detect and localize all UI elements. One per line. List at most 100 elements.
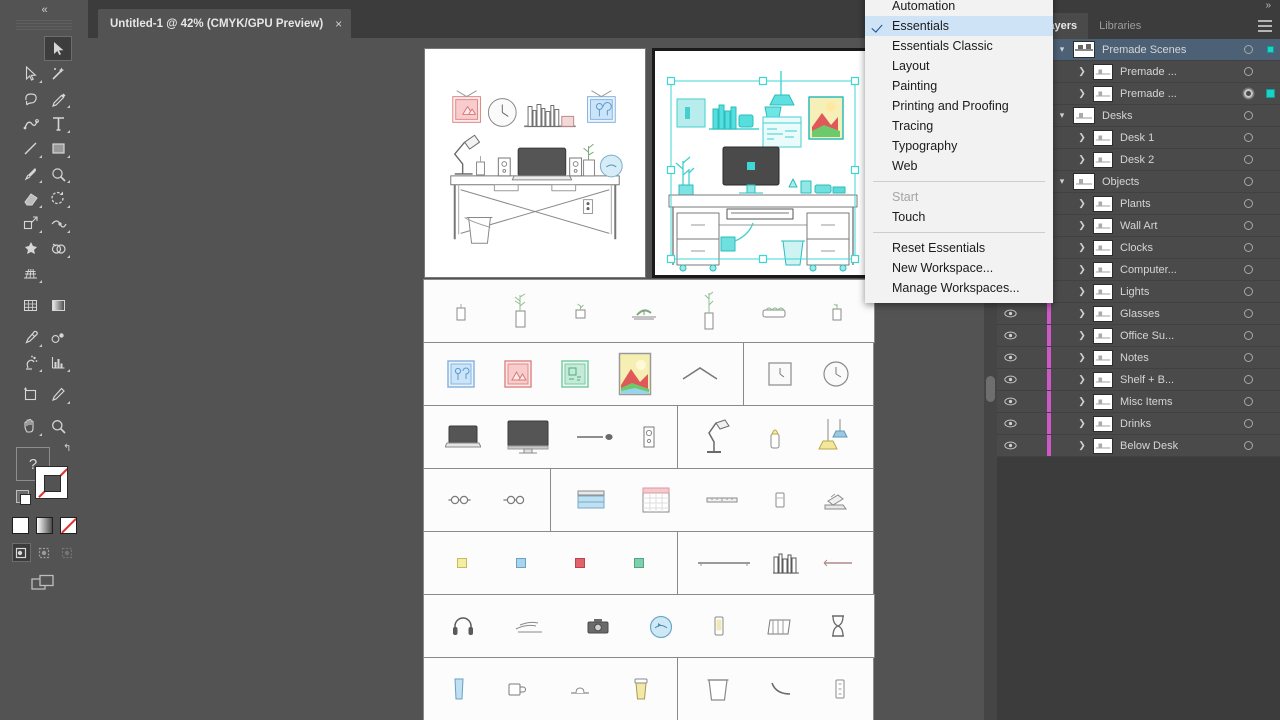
pen-tool[interactable] bbox=[44, 86, 72, 111]
asset-group-cell[interactable] bbox=[423, 594, 875, 658]
asset-hourglass[interactable] bbox=[829, 614, 847, 638]
asset-desk-lamp[interactable] bbox=[703, 419, 733, 455]
workspace-menu-item-new-workspace[interactable]: New Workspace... bbox=[865, 258, 1053, 278]
target-circle-icon[interactable] bbox=[1236, 287, 1260, 296]
asset-file-tray[interactable] bbox=[576, 488, 606, 512]
asset-eraser-block[interactable] bbox=[773, 490, 787, 510]
scale-tool[interactable] bbox=[16, 211, 44, 236]
asset-to-go-cup[interactable] bbox=[633, 677, 649, 701]
free-transform-tool[interactable] bbox=[16, 236, 44, 261]
visibility-toggle-icon[interactable] bbox=[997, 397, 1023, 406]
target-circle-icon[interactable] bbox=[1236, 243, 1260, 252]
asset-group-cell[interactable] bbox=[423, 279, 875, 343]
workspace-menu-item-tracing[interactable]: Tracing bbox=[865, 116, 1053, 136]
asset-group-cell[interactable] bbox=[423, 468, 551, 532]
asset-coffee-mug[interactable] bbox=[507, 680, 527, 698]
asset-saucer-cup[interactable] bbox=[568, 682, 592, 696]
asset-calendar[interactable] bbox=[641, 486, 671, 514]
layer-selection-cell[interactable] bbox=[1260, 89, 1280, 98]
asset-clock-square[interactable] bbox=[767, 361, 793, 387]
toolbar-collapse-button[interactable]: « bbox=[0, 0, 88, 20]
artboard-desk-scene-1[interactable] bbox=[424, 48, 646, 278]
asset-plant-pot-small-2[interactable] bbox=[829, 300, 845, 322]
asset-plant-sprout-tall[interactable] bbox=[700, 291, 718, 331]
chevron-right-icon[interactable]: ❯ bbox=[1051, 220, 1093, 231]
chevron-right-icon[interactable]: ❯ bbox=[1051, 418, 1093, 429]
workspace-menu-item-essentials-classic[interactable]: Essentials Classic bbox=[865, 36, 1053, 56]
target-circle-icon[interactable] bbox=[1236, 331, 1260, 340]
symbol-sprayer-tool[interactable] bbox=[16, 350, 44, 375]
workspace-menu-item-typography[interactable]: Typography bbox=[865, 136, 1053, 156]
workspace-menu-item-manage-workspaces[interactable]: Manage Workspaces... bbox=[865, 278, 1053, 298]
target-circle-icon[interactable] bbox=[1236, 155, 1260, 164]
target-circle-icon[interactable] bbox=[1236, 67, 1260, 76]
asset-fishbowl[interactable] bbox=[648, 614, 674, 638]
slice-tool[interactable] bbox=[44, 382, 72, 407]
draw-normal-button[interactable] bbox=[11, 543, 31, 562]
layer-row[interactable]: ❯ Notes bbox=[997, 347, 1280, 369]
chevron-right-icon[interactable]: ❯ bbox=[1051, 396, 1093, 407]
chevron-right-icon[interactable]: ❯ bbox=[1051, 440, 1093, 451]
asset-plant-cube-pot[interactable] bbox=[572, 302, 588, 320]
asset-group-cell[interactable] bbox=[677, 405, 874, 469]
layer-row[interactable]: ❯ Below Desk bbox=[997, 435, 1280, 457]
default-fill-stroke-icon[interactable] bbox=[16, 490, 31, 505]
asset-pendant-lamp[interactable] bbox=[818, 417, 848, 457]
eraser-tool[interactable] bbox=[16, 186, 44, 211]
asset-bonsai-tray[interactable] bbox=[629, 300, 659, 322]
asset-glasses-open[interactable] bbox=[502, 494, 528, 506]
none-mode-button[interactable] bbox=[59, 517, 77, 534]
asset-phone[interactable] bbox=[712, 615, 726, 637]
asset-group-cell[interactable] bbox=[743, 342, 874, 406]
visibility-toggle-icon[interactable] bbox=[997, 419, 1023, 428]
asset-trash-bin[interactable] bbox=[705, 676, 731, 702]
panel-collapse-button[interactable]: » bbox=[1265, 0, 1270, 11]
magic-wand-tool[interactable] bbox=[44, 61, 72, 86]
target-circle-icon[interactable] bbox=[1236, 221, 1260, 230]
asset-desk-organizer[interactable] bbox=[765, 615, 791, 637]
asset-planter-wide[interactable] bbox=[760, 303, 788, 319]
asset-group-cell[interactable] bbox=[677, 657, 874, 720]
asset-water-glass[interactable] bbox=[452, 677, 466, 701]
asset-group-cell[interactable] bbox=[423, 342, 744, 406]
asset-sticky-note-blue[interactable] bbox=[515, 557, 527, 569]
asset-headphones[interactable] bbox=[451, 615, 475, 637]
chevron-right-icon[interactable]: ❯ bbox=[1051, 330, 1093, 341]
asset-plant-pot-small[interactable] bbox=[453, 300, 469, 322]
asset-group-cell[interactable] bbox=[550, 468, 874, 532]
workspace-menu-item-printing-and-proofing[interactable]: Printing and Proofing bbox=[865, 96, 1053, 116]
asset-camera[interactable] bbox=[586, 617, 610, 635]
workspace-menu-item-layout[interactable]: Layout bbox=[865, 56, 1053, 76]
workspace-menu-item-touch[interactable]: Touch bbox=[865, 207, 1053, 227]
canvas-area[interactable] bbox=[88, 38, 997, 720]
perspective-grid-tool[interactable] bbox=[16, 261, 44, 286]
asset-clock-round[interactable] bbox=[822, 360, 850, 388]
asset-sticky-note-yellow[interactable] bbox=[456, 557, 468, 569]
asset-shelf-bracket[interactable] bbox=[820, 558, 856, 568]
artboard-desk-scene-2[interactable] bbox=[652, 48, 874, 278]
chevron-down-icon[interactable]: ▾ bbox=[1051, 176, 1073, 187]
layer-row[interactable]: ❯ Drinks bbox=[997, 413, 1280, 435]
color-mode-button[interactable] bbox=[11, 517, 29, 534]
mesh-tool[interactable] bbox=[16, 293, 44, 318]
shape-builder-tool[interactable] bbox=[44, 236, 72, 261]
asset-paper-stack[interactable] bbox=[513, 618, 547, 634]
asset-cable-curve[interactable] bbox=[769, 680, 795, 698]
visibility-toggle-icon[interactable] bbox=[997, 353, 1023, 362]
asset-speaker[interactable] bbox=[642, 425, 656, 449]
asset-group-cell[interactable] bbox=[677, 531, 874, 595]
target-circle-icon[interactable] bbox=[1236, 309, 1260, 318]
selection-tool[interactable] bbox=[44, 36, 72, 61]
target-circle-icon[interactable] bbox=[1236, 265, 1260, 274]
chevron-right-icon[interactable]: ❯ bbox=[1051, 352, 1093, 363]
visibility-toggle-icon[interactable] bbox=[997, 309, 1023, 318]
draw-behind-button[interactable] bbox=[35, 543, 54, 562]
hand-tool[interactable] bbox=[16, 414, 44, 439]
target-circle-icon[interactable] bbox=[1236, 89, 1260, 98]
target-circle-icon[interactable] bbox=[1236, 353, 1260, 362]
panel-menu-icon[interactable] bbox=[1258, 20, 1272, 35]
asset-power-strip[interactable] bbox=[834, 678, 846, 700]
layer-row[interactable]: ❯ Shelf + B... bbox=[997, 369, 1280, 391]
visibility-toggle-icon[interactable] bbox=[997, 331, 1023, 340]
canvas-scrollbar-thumb[interactable] bbox=[986, 376, 995, 402]
